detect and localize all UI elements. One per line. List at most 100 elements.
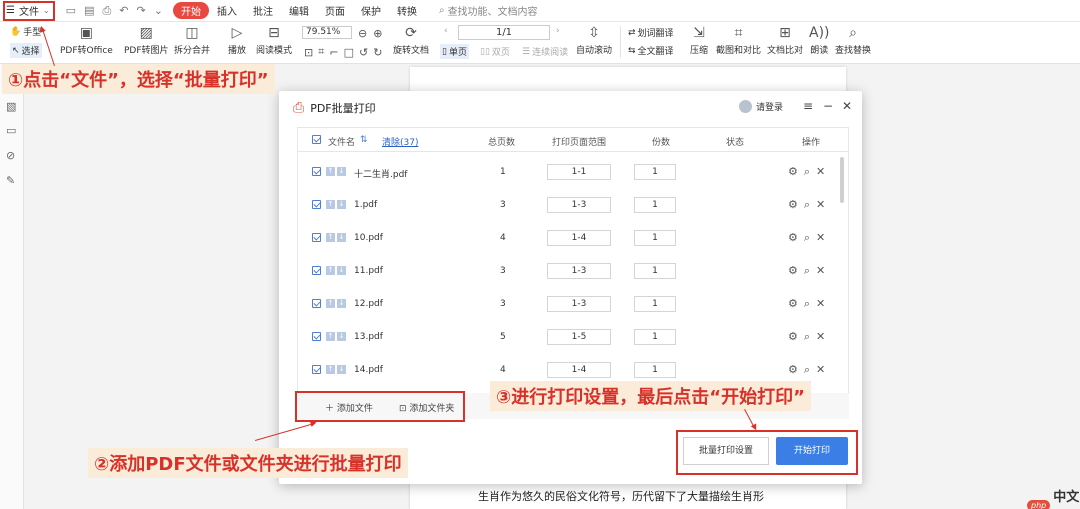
preview-icon[interactable]: ⌕: [804, 231, 810, 245]
rotate-right-icon[interactable]: ↻: [373, 46, 382, 59]
save-icon[interactable]: ▤: [84, 4, 94, 18]
move-down-icon[interactable]: ↓: [337, 266, 346, 275]
rotate-left-icon[interactable]: ↺: [359, 46, 368, 59]
move-up-icon[interactable]: ↑: [326, 167, 335, 176]
clear-all-link[interactable]: 清除(37): [382, 135, 418, 148]
copies-input[interactable]: 1: [634, 329, 676, 345]
row-reorder[interactable]: ↑ ↓: [324, 332, 346, 342]
attachment-icon[interactable]: ⊘: [6, 149, 15, 162]
signature-icon[interactable]: ✎: [6, 174, 15, 187]
play-button[interactable]: ▷ 播放: [228, 25, 246, 56]
dropdown-icon[interactable]: ⌄: [154, 4, 163, 18]
preview-icon[interactable]: ⌕: [804, 165, 810, 179]
prev-page-icon[interactable]: ‹: [444, 26, 448, 36]
rotate-doc-button[interactable]: ⟳ 旋转文档: [393, 25, 429, 56]
row-checkbox[interactable]: [312, 233, 321, 243]
close-icon[interactable]: ✕: [842, 99, 852, 113]
copies-input[interactable]: 1: [634, 230, 676, 246]
pdf-to-office-button[interactable]: ▣ PDF转Office: [60, 25, 113, 56]
row-checkbox[interactable]: [312, 332, 321, 342]
row-checkbox[interactable]: [312, 299, 321, 309]
minimize-icon[interactable]: −: [823, 99, 833, 113]
full-translate-button[interactable]: ⇆ 全文翻译: [628, 44, 674, 58]
range-input[interactable]: 1-5: [547, 329, 611, 345]
read-mode-button[interactable]: ⊟ 阅读模式: [256, 25, 292, 56]
gear-icon[interactable]: ⚙: [788, 297, 798, 311]
range-input[interactable]: 1-3: [547, 197, 611, 213]
row-reorder[interactable]: ↑ ↓: [324, 200, 346, 210]
move-down-icon[interactable]: ↓: [337, 167, 346, 176]
range-input[interactable]: 1-3: [547, 263, 611, 279]
menu-convert[interactable]: 转换: [389, 3, 425, 18]
find-replace-button[interactable]: ⌕ 查找替换: [835, 25, 871, 56]
word-translate-button[interactable]: ⇄ 划词翻译: [628, 26, 674, 40]
row-checkbox[interactable]: [312, 365, 321, 375]
screenshot-compare-button[interactable]: ⌗ 截图和对比: [716, 25, 761, 56]
gear-icon[interactable]: ⚙: [788, 330, 798, 344]
preview-icon[interactable]: ⌕: [804, 330, 810, 344]
row-reorder[interactable]: ↑ ↓: [324, 299, 346, 309]
close-icon[interactable]: ✕: [816, 231, 825, 245]
row-checkbox[interactable]: [312, 167, 321, 177]
comment-icon[interactable]: ▭: [6, 124, 16, 137]
row-checkbox[interactable]: [312, 266, 321, 276]
compress-button[interactable]: ⇲ 压缩: [690, 25, 708, 56]
range-input[interactable]: 1-3: [547, 296, 611, 312]
move-up-icon[interactable]: ↑: [326, 200, 335, 209]
move-down-icon[interactable]: ↓: [337, 299, 346, 308]
move-down-icon[interactable]: ↓: [337, 233, 346, 242]
close-icon[interactable]: ✕: [816, 165, 825, 179]
move-up-icon[interactable]: ↑: [326, 299, 335, 308]
move-up-icon[interactable]: ↑: [326, 266, 335, 275]
continuous-button[interactable]: ☰ 连续阅读: [522, 45, 568, 59]
print-icon[interactable]: ⎙: [102, 4, 111, 18]
table-scrollbar[interactable]: [840, 157, 844, 203]
move-up-icon[interactable]: ↑: [326, 233, 335, 242]
page-square-icon[interactable]: □: [344, 46, 354, 59]
search-box[interactable]: ⌕ 查找功能、文档内容: [439, 3, 538, 18]
move-down-icon[interactable]: ↓: [337, 200, 346, 209]
row-reorder[interactable]: ↑ ↓: [324, 233, 346, 243]
gear-icon[interactable]: ⚙: [788, 231, 798, 245]
row-reorder[interactable]: ↑ ↓: [324, 167, 346, 177]
zoom-out-icon[interactable]: ⊖: [358, 27, 367, 40]
menu-comment[interactable]: 批注: [245, 3, 281, 18]
single-page-button[interactable]: ▯ 单页: [440, 44, 469, 59]
hand-tool-button[interactable]: ✋ 手型: [10, 25, 41, 39]
preview-icon[interactable]: ⌕: [804, 198, 810, 212]
fit-width-icon[interactable]: ⌗: [318, 45, 324, 59]
next-page-icon[interactable]: ›: [556, 26, 560, 36]
login-button[interactable]: 请登录: [739, 100, 783, 113]
zoom-in-icon[interactable]: ⊕: [373, 27, 382, 40]
range-input[interactable]: 1-1: [547, 164, 611, 180]
copies-input[interactable]: 1: [634, 263, 676, 279]
split-merge-button[interactable]: ◫ 拆分合并: [174, 25, 210, 56]
doc-compare-button[interactable]: ⊞ 文档比对: [767, 25, 803, 56]
move-up-icon[interactable]: ↑: [326, 332, 335, 341]
gear-icon[interactable]: ⚙: [788, 198, 798, 212]
move-down-icon[interactable]: ↓: [337, 332, 346, 341]
close-icon[interactable]: ✕: [816, 198, 825, 212]
range-input[interactable]: 1-4: [547, 362, 611, 378]
auto-scroll-button[interactable]: ⇳ 自动滚动: [576, 25, 612, 56]
menu-start[interactable]: 开始: [172, 2, 209, 19]
close-icon[interactable]: ✕: [816, 297, 825, 311]
close-icon[interactable]: ✕: [816, 330, 825, 344]
gear-icon[interactable]: ⚙: [788, 264, 798, 278]
row-reorder[interactable]: ↑ ↓: [324, 266, 346, 276]
sort-icon[interactable]: ⇅: [360, 135, 368, 145]
double-page-button[interactable]: ▯▯ 双页: [480, 45, 510, 59]
select-all-checkbox[interactable]: [312, 135, 321, 145]
copies-input[interactable]: 1: [634, 362, 676, 378]
preview-icon[interactable]: ⌕: [804, 297, 810, 311]
open-folder-icon[interactable]: ▭: [66, 4, 76, 18]
gear-icon[interactable]: ⚙: [788, 363, 798, 377]
copies-input[interactable]: 1: [634, 164, 676, 180]
read-aloud-button[interactable]: A)) 朗读: [809, 25, 830, 56]
menu-insert[interactable]: 插入: [209, 3, 245, 18]
select-tool-button[interactable]: ↖ 选择: [10, 43, 42, 58]
copies-input[interactable]: 1: [634, 197, 676, 213]
pdf-to-image-button[interactable]: ▨ PDF转图片: [124, 25, 169, 56]
row-checkbox[interactable]: [312, 200, 321, 210]
preview-icon[interactable]: ⌕: [804, 363, 810, 377]
